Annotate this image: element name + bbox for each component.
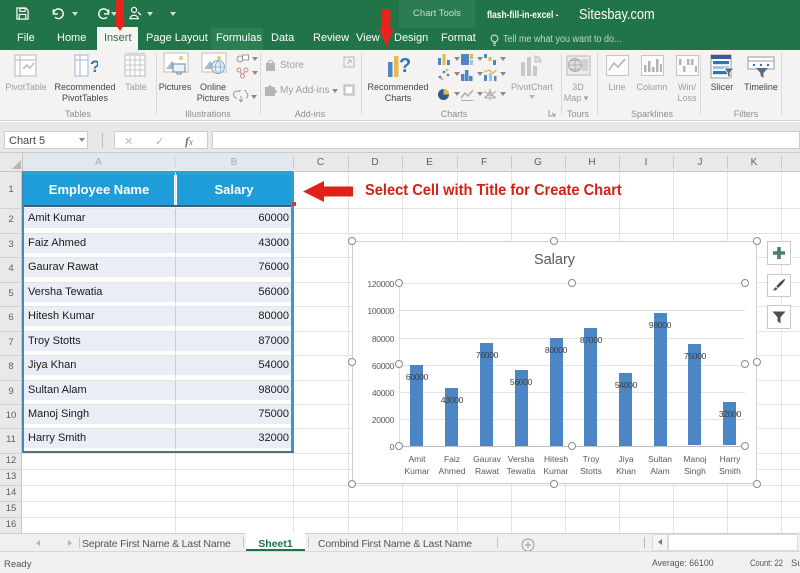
- svg-text:?: ?: [90, 57, 98, 76]
- svg-text:?: ?: [399, 55, 411, 77]
